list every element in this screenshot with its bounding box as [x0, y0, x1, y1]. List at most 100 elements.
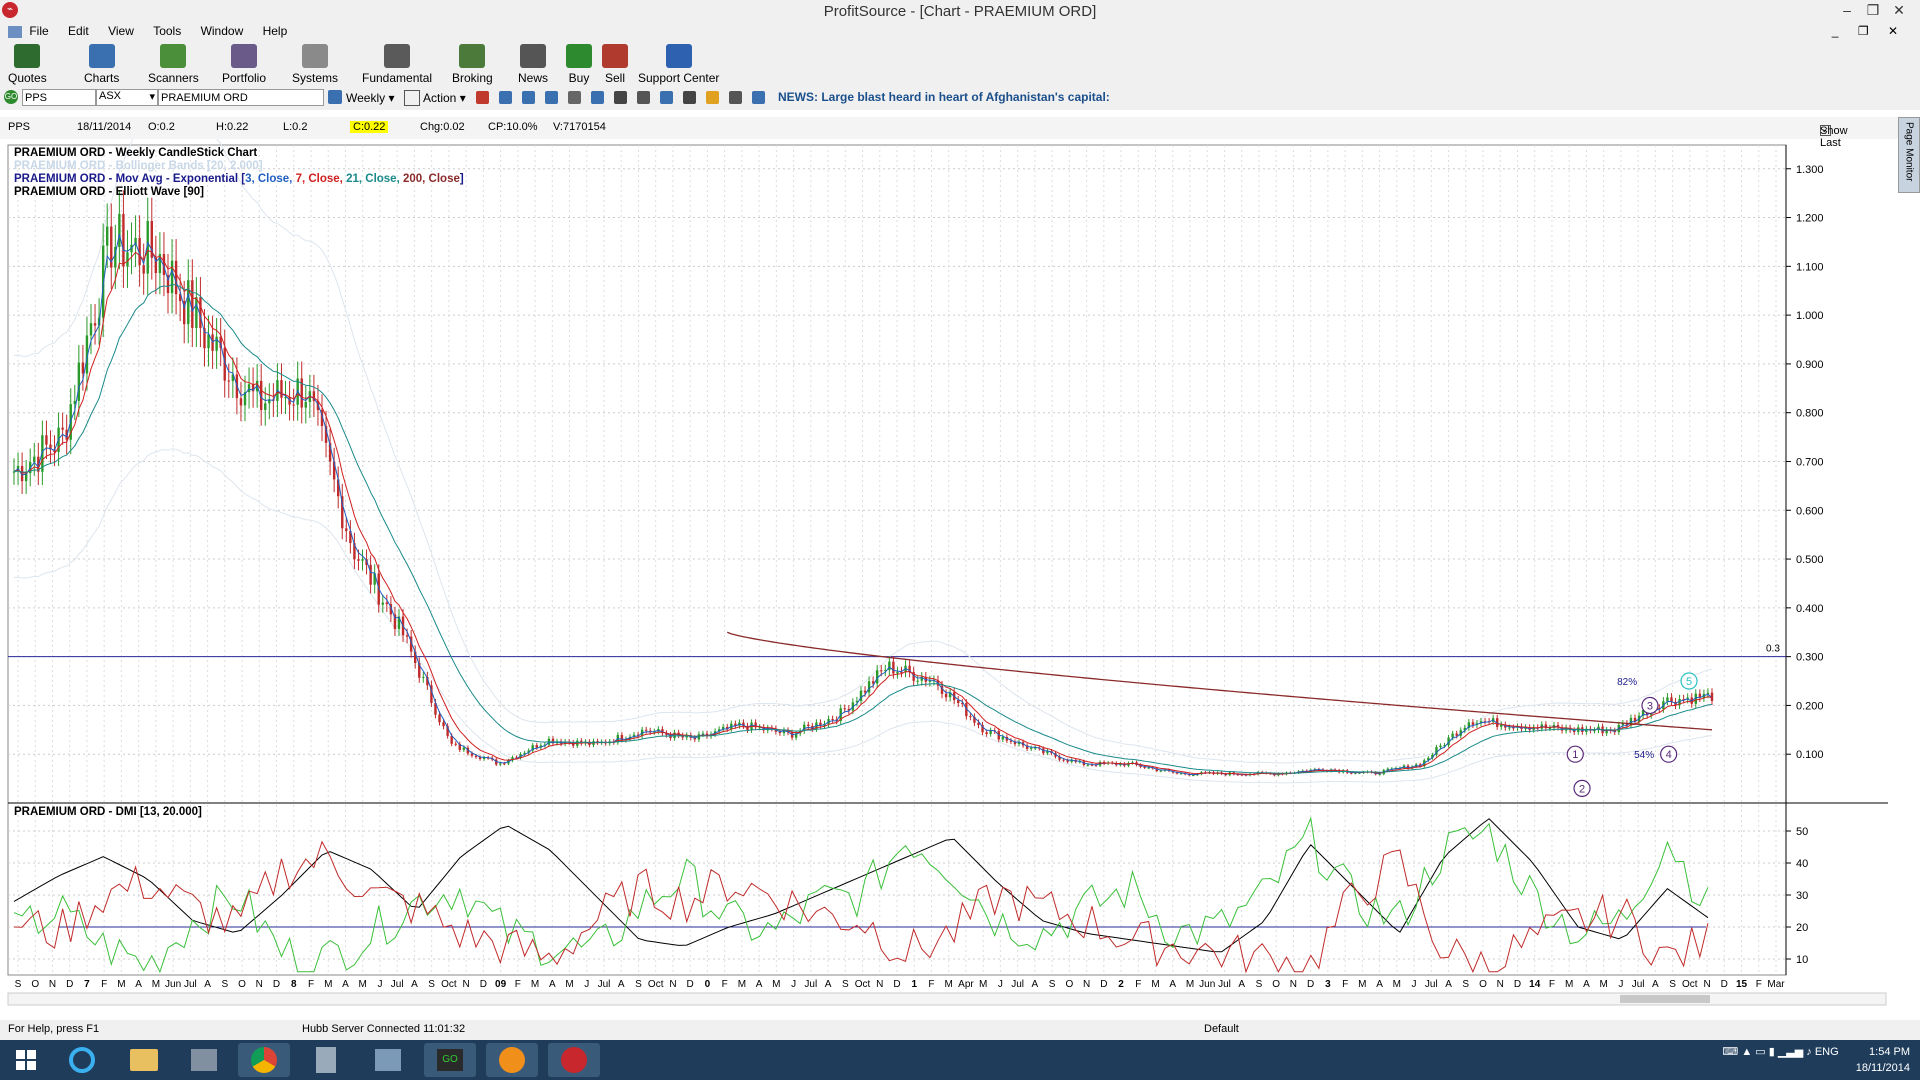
x-tick-label: D	[1721, 979, 1728, 990]
candle-body	[1451, 733, 1454, 738]
toolbar-buy-button[interactable]: Buy	[566, 44, 592, 85]
menu-window[interactable]: Window	[201, 24, 244, 38]
candle-body	[1471, 722, 1475, 725]
toolbar-small-icon[interactable]	[637, 91, 650, 104]
toolbar-small-icon[interactable]	[614, 91, 627, 104]
candle-body	[843, 708, 846, 710]
window-controls: – ❐ ✕	[1834, 2, 1912, 19]
x-tick-label: O	[1065, 979, 1073, 990]
toolbar-news-button[interactable]: News	[518, 44, 548, 85]
candle-body	[944, 693, 948, 698]
toolbar-charts-button[interactable]: Charts	[84, 44, 119, 85]
symbol-input[interactable]	[22, 89, 96, 106]
system-tray[interactable]: ⌨ ▲ ▭ ▮ ▁▃▅ ♪ ENG 1:54 PM 18/11/2014	[1722, 1044, 1910, 1076]
toolbar-small-icon[interactable]	[476, 91, 489, 104]
dmi-y-tick-label: 40	[1796, 858, 1808, 870]
candle-body	[381, 602, 384, 605]
candle-body	[369, 564, 372, 585]
candle-body	[1548, 728, 1552, 730]
quote-high: H:0.22	[216, 121, 249, 133]
taskbar-orange[interactable]	[486, 1043, 538, 1077]
chart-svg[interactable]: 1.300 1.200 1.100 1.000 0.900 0.800 0.700 0.600…	[0, 99, 1920, 1009]
taskbar-profitsource[interactable]	[548, 1043, 600, 1077]
toolbar-fundamental-button[interactable]: Fundamental	[362, 44, 432, 85]
taskbar-app2[interactable]	[362, 1043, 414, 1077]
mdi-minimize[interactable]: _	[1832, 24, 1839, 38]
y-tick-label: 0.600	[1796, 505, 1824, 517]
candle-body	[361, 559, 364, 561]
menu-file[interactable]: File	[29, 24, 48, 38]
taskbar-app[interactable]	[178, 1043, 230, 1077]
x-tick-label: Oct	[648, 979, 664, 990]
x-tick-label: Jul	[1218, 979, 1231, 990]
orange-app-icon	[499, 1047, 525, 1073]
toolbar-small-icon[interactable]	[545, 91, 558, 104]
toolbar-systems-button[interactable]: Systems	[292, 44, 338, 85]
menu-edit[interactable]: Edit	[68, 24, 89, 38]
toolbar-sell-button[interactable]: Sell	[602, 44, 628, 85]
toolbar-scanners-button[interactable]: Scanners	[148, 44, 199, 85]
calculator-icon	[316, 1047, 336, 1073]
taskbar-calc[interactable]	[300, 1043, 352, 1077]
close-button[interactable]: ✕	[1886, 2, 1912, 19]
elliott-wave-label: 5	[1686, 676, 1692, 688]
toolbar-small-icon[interactable]	[522, 91, 535, 104]
x-tick-label: S	[635, 979, 642, 990]
candle-body	[1086, 764, 1090, 766]
quote-low: L:0.2	[283, 121, 308, 133]
taskbar-go[interactable]: GO	[424, 1043, 476, 1077]
news-ticker[interactable]: NEWS: Large blast heard in heart of Afgh…	[778, 90, 1110, 104]
menu-tools[interactable]: Tools	[153, 24, 181, 38]
app-icon-generic	[191, 1049, 217, 1071]
candle-body	[1439, 745, 1442, 748]
security-name-field[interactable]	[158, 89, 324, 106]
period-select[interactable]: Weekly ▾	[346, 91, 394, 105]
candle-body	[535, 745, 538, 748]
candle-body	[474, 755, 478, 758]
toolbar-small-icon[interactable]	[706, 91, 719, 104]
mdi-restore[interactable]: ❐	[1858, 24, 1869, 38]
exchange-select[interactable]: ASX ▾	[96, 89, 158, 106]
toolbar-small-icon[interactable]	[660, 91, 673, 104]
toolbar-small-icon[interactable]	[499, 91, 512, 104]
toolbar-support-center-button[interactable]: Support Center	[638, 44, 719, 85]
taskbar-explorer[interactable]	[118, 1043, 170, 1077]
toolbar-small-icon[interactable]	[591, 91, 604, 104]
candle-body	[195, 297, 198, 328]
x-tick-label: O	[1479, 979, 1487, 990]
start-button[interactable]	[0, 1043, 52, 1077]
toolbar-small-icon[interactable]	[683, 91, 696, 104]
toolbar-small-icon[interactable]	[568, 91, 581, 104]
y-tick-label: 0.800	[1796, 408, 1824, 420]
candle-body	[928, 680, 932, 682]
taskbar-chrome[interactable]	[238, 1043, 290, 1077]
menu-help[interactable]: Help	[263, 24, 288, 38]
taskbar-ie[interactable]	[56, 1043, 108, 1077]
chart-area[interactable]: 1.300 1.200 1.100 1.000 0.900 0.800 0.700 0.600…	[0, 99, 1920, 1009]
menu-view[interactable]: View	[108, 24, 134, 38]
x-tick-label: F	[101, 979, 107, 990]
toolbar-small-icon[interactable]	[752, 91, 765, 104]
toolbar-broking-button[interactable]: Broking	[452, 44, 493, 85]
x-tick-label: F	[1549, 979, 1555, 990]
action-menu[interactable]: Action ▾	[423, 91, 466, 105]
candle-body	[1147, 767, 1150, 769]
x-tick-label: Jul	[1632, 979, 1645, 990]
go-icon[interactable]: GO	[4, 90, 18, 104]
candle-body	[503, 763, 506, 765]
go-app-icon: GO	[437, 1049, 463, 1071]
toolbar-quotes-button[interactable]: Quotes	[8, 44, 47, 85]
mdi-close[interactable]: ✕	[1888, 24, 1898, 38]
candle-body	[239, 398, 243, 406]
restore-button[interactable]: ❐	[1860, 2, 1886, 19]
minimize-button[interactable]: –	[1834, 2, 1860, 18]
candle-body	[442, 722, 445, 727]
action-icon	[404, 90, 420, 106]
x-tick-label: N	[256, 979, 263, 990]
x-tick-label: M	[945, 979, 953, 990]
toolbar-portfolio-button[interactable]: Portfolio	[222, 44, 266, 85]
main-toolbar: Quotes Charts Scanners Portfolio Systems Fund…	[0, 42, 1920, 86]
toolbar-small-icon[interactable]	[729, 91, 742, 104]
candle-body	[191, 280, 194, 328]
chrome-icon	[251, 1047, 277, 1073]
